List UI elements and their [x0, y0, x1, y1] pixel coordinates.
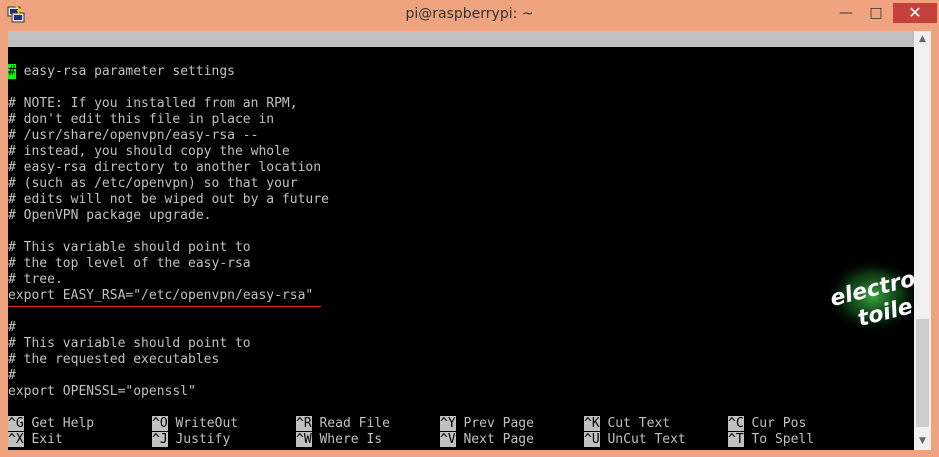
close-button[interactable]: ✕ — [893, 3, 937, 23]
shortcut-key: ^T — [728, 432, 744, 447]
close-icon: ✕ — [908, 3, 922, 22]
editor-line[interactable]: # This variable should point to — [8, 240, 251, 256]
editor-line[interactable]: # the top level of the easy-rsa — [8, 256, 251, 272]
editor-line[interactable]: # instead, you should copy the whole — [8, 144, 290, 160]
editor-line[interactable]: export OPENSSL="openssl" — [8, 384, 196, 400]
scroll-thumb[interactable] — [916, 319, 929, 427]
shortcut-label: Next Page — [455, 432, 534, 447]
shortcut-label: UnCut Text — [599, 432, 686, 447]
shortcut-key: ^V — [440, 432, 456, 447]
editor-line[interactable]: # the requested executables — [8, 352, 219, 368]
shortcut-item[interactable]: ^X Exit — [8, 432, 63, 448]
shortcut-label: Justify — [167, 432, 231, 447]
shortcut-item[interactable]: ^G Get Help — [8, 416, 94, 432]
shortcut-key: ^O — [152, 416, 168, 431]
shortcut-label: Read File — [311, 416, 390, 431]
editor-line[interactable]: # /usr/share/openvpn/easy-rsa -- — [8, 128, 258, 144]
maximize-button[interactable]: □ — [862, 3, 890, 23]
shortcut-key: ^K — [584, 416, 600, 431]
shortcut-item[interactable]: ^O WriteOut — [152, 416, 238, 432]
shortcut-key: ^W — [296, 432, 312, 447]
editor-line[interactable]: # don't edit this file in place in — [8, 112, 274, 128]
editor-line[interactable]: # — [8, 320, 16, 336]
shortcut-item[interactable]: ^J Justify — [152, 432, 230, 448]
editor-line[interactable]: # This variable should point to — [8, 336, 251, 352]
text-cursor: # — [8, 64, 16, 79]
scroll-up-icon[interactable]: ▲ — [914, 31, 931, 48]
scroll-down-icon[interactable]: ▼ — [914, 433, 931, 450]
editor-line[interactable]: # (such as /etc/openvpn) so that your — [8, 176, 298, 192]
window-title: pi@raspberrypi: ~ — [405, 6, 534, 22]
editor-line[interactable]: export EASY_RSA="/etc/openvpn/easy-rsa" — [8, 288, 313, 304]
electrotoile-logo: electro toile — [825, 258, 914, 334]
shortcut-key: ^G — [8, 416, 24, 431]
shortcut-label: Cur Pos — [743, 416, 807, 431]
shortcut-label: Cut Text — [599, 416, 671, 431]
shortcut-item[interactable]: ^K Cut Text — [584, 416, 670, 432]
shortcut-label: Prev Page — [455, 416, 534, 431]
editor-line[interactable]: # tree. — [8, 272, 63, 288]
editor-line[interactable]: # OpenVPN package upgrade. — [8, 208, 212, 224]
nano-filename: File: /etc/openvpn/easy-rsa/vars — [288, 63, 539, 78]
shortcut-label: Get Help — [23, 416, 95, 431]
shortcut-item[interactable]: ^C Cur Pos — [728, 416, 806, 432]
shortcut-item[interactable]: ^U UnCut Text — [584, 432, 686, 448]
nano-version: GNU nano 2.2.6 — [24, 47, 134, 62]
editor-line[interactable]: # — [8, 368, 16, 384]
shortcut-item[interactable]: ^V Next Page — [440, 432, 534, 448]
nano-header: GNU nano 2.2.6 File: /etc/openvpn/easy-r… — [8, 31, 914, 78]
shortcut-label: Where Is — [311, 432, 383, 447]
shortcut-label: Exit — [23, 432, 63, 447]
editor-line-text: easy-rsa parameter settings — [15, 64, 235, 79]
editor-line[interactable]: # easy-rsa directory to another location — [8, 160, 321, 176]
shortcut-item[interactable]: ^R Read File — [296, 416, 390, 432]
shortcut-key: ^Y — [440, 416, 456, 431]
highlight-underline — [8, 306, 321, 307]
shortcut-label: To Spell — [743, 432, 815, 447]
editor-line[interactable]: # edits will not be wiped out by a futur… — [8, 192, 329, 208]
shortcut-key: ^R — [296, 416, 312, 431]
shortcut-key: ^U — [584, 432, 600, 447]
shortcut-item[interactable]: ^T To Spell — [728, 432, 814, 448]
shortcut-item[interactable]: ^Y Prev Page — [440, 416, 534, 432]
editor-line[interactable]: # NOTE: If you installed from an RPM, — [8, 96, 298, 112]
editor-line[interactable]: # easy-rsa parameter settings — [8, 64, 235, 80]
terminal-area[interactable]: GNU nano 2.2.6 File: /etc/openvpn/easy-r… — [8, 31, 914, 450]
title-bar[interactable]: pi@raspberrypi: ~ — □ ✕ — [0, 0, 939, 30]
shortcut-label: WriteOut — [167, 416, 239, 431]
minimize-button[interactable]: — — [832, 3, 860, 23]
shortcut-key: ^C — [728, 416, 744, 431]
maximize-icon: □ — [869, 5, 883, 21]
shortcut-item[interactable]: ^W Where Is — [296, 432, 382, 448]
shortcut-key: ^X — [8, 432, 24, 447]
vertical-scrollbar[interactable]: ▲ ▼ — [914, 31, 931, 450]
shortcut-key: ^J — [152, 432, 168, 447]
minimize-icon: — — [839, 5, 853, 21]
terminal-window: pi@raspberrypi: ~ — □ ✕ GNU nano 2.2.6 F… — [0, 0, 939, 457]
